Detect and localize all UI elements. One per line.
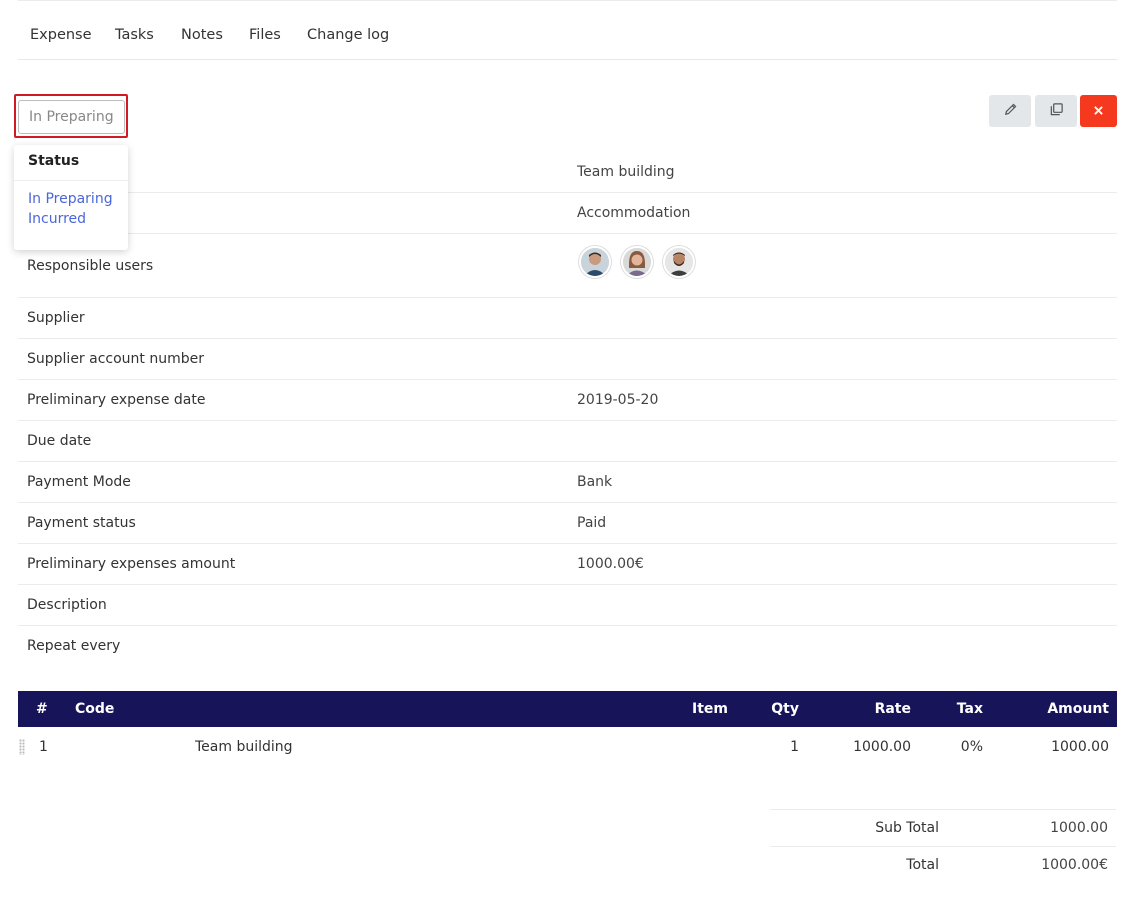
column-header-number: #: [36, 701, 48, 717]
detail-row: Supplier: [18, 298, 1117, 339]
detail-label: Repeat every: [27, 638, 121, 654]
copy-icon: [1049, 102, 1064, 120]
detail-value: 1000.00€: [577, 556, 644, 572]
drag-handle-icon[interactable]: [19, 739, 25, 755]
total-label: Total: [906, 857, 939, 873]
detail-label: Due date: [27, 433, 92, 449]
detail-label: Preliminary expenses amount: [27, 556, 236, 572]
copy-button[interactable]: [1035, 95, 1077, 127]
tab-bar: Expense Tasks Notes Files Change log: [18, 0, 1117, 60]
column-header-code: Code: [75, 701, 115, 717]
detail-label: Supplier: [27, 310, 85, 326]
column-header-rate: Rate: [874, 701, 911, 717]
tab-expense[interactable]: Expense: [30, 27, 92, 43]
detail-label: Responsible users: [27, 258, 154, 274]
detail-value: Accommodation: [577, 205, 691, 221]
detail-label: Payment status: [27, 515, 136, 531]
tab-notes[interactable]: Notes: [181, 27, 223, 43]
cell-rate: 1000.00: [853, 739, 911, 755]
detail-label: Supplier account number: [27, 351, 204, 367]
status-dropdown-button[interactable]: In Preparing: [18, 100, 125, 134]
status-option-incurred[interactable]: Incurred: [28, 211, 86, 227]
subtotal-label: Sub Total: [875, 820, 939, 836]
tab-change-log[interactable]: Change log: [307, 27, 389, 43]
cell-amount: 1000.00: [1051, 739, 1109, 755]
column-header-tax: Tax: [956, 701, 983, 717]
detail-label: Payment Mode: [27, 474, 131, 490]
avatar[interactable]: [621, 246, 653, 278]
column-header-qty: Qty: [771, 701, 799, 717]
dropdown-divider: [14, 180, 128, 181]
tab-files[interactable]: Files: [249, 27, 281, 43]
status-option-in-preparing[interactable]: In Preparing: [28, 191, 113, 207]
detail-value: Team building: [577, 164, 675, 180]
cell-number: 1: [39, 739, 48, 755]
cell-tax: 0%: [960, 739, 983, 755]
detail-value: Bank: [577, 474, 613, 490]
detail-row: Repeat every: [18, 626, 1117, 667]
detail-row: Due date: [18, 421, 1117, 462]
detail-row: Team building: [18, 152, 1117, 193]
cell-qty: 1: [790, 739, 799, 755]
detail-value: 2019-05-20: [577, 392, 659, 408]
status-dropdown-menu: Status In Preparing Incurred: [14, 145, 128, 250]
edit-button[interactable]: [989, 95, 1031, 127]
detail-value: Paid: [577, 515, 607, 531]
avatar[interactable]: [579, 246, 611, 278]
detail-label: Preliminary expense date: [27, 392, 206, 408]
column-header-amount: Amount: [1047, 701, 1109, 717]
tab-tasks[interactable]: Tasks: [115, 27, 154, 43]
total-value: 1000.00€: [1041, 857, 1108, 873]
detail-row: Preliminary expenses amount 1000.00€: [18, 544, 1117, 585]
avatar[interactable]: [663, 246, 695, 278]
detail-row: Payment Mode Bank: [18, 462, 1117, 503]
detail-row-responsible-users: Responsible users: [18, 234, 1117, 298]
delete-button[interactable]: [1080, 95, 1117, 127]
table-header: # Code Item Qty Rate Tax Amount: [18, 691, 1117, 727]
detail-row: Supplier account number: [18, 339, 1117, 380]
detail-row: Payment status Paid: [18, 503, 1117, 544]
column-header-item: Item: [692, 701, 728, 717]
cell-code: Team building: [195, 739, 293, 755]
close-icon: [1093, 104, 1104, 119]
pencil-icon: [1003, 102, 1018, 120]
dropdown-header: Status: [28, 153, 80, 169]
subtotal-row: Sub Total 1000.00: [770, 809, 1116, 846]
subtotal-value: 1000.00: [1050, 820, 1108, 836]
detail-row: Accommodation: [18, 193, 1117, 234]
total-row: Total 1000.00€: [770, 846, 1116, 883]
detail-row: Preliminary expense date 2019-05-20: [18, 380, 1117, 421]
detail-row: Description: [18, 585, 1117, 626]
detail-label: Description: [27, 597, 107, 613]
